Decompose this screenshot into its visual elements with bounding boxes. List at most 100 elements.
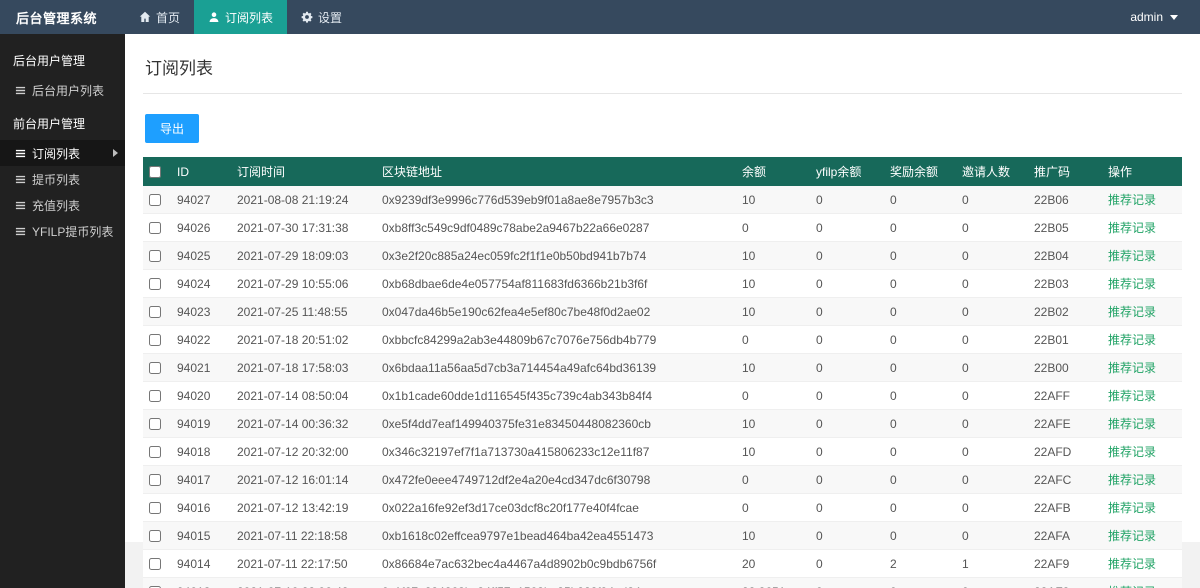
row-checkbox[interactable] [149,334,161,346]
cell-balance: 10 [736,354,810,382]
sidebar-item-recharge-list[interactable]: 充值列表 [0,192,125,218]
header-invite-count: 邀请人数 [956,157,1028,186]
referral-records-link[interactable]: 推荐记录 [1108,529,1156,543]
row-checkbox[interactable] [149,390,161,402]
user-menu[interactable]: admin [1130,0,1200,34]
referral-records-link[interactable]: 推荐记录 [1108,221,1156,235]
cell-id: 94024 [171,270,231,298]
referral-records-link[interactable]: 推荐记录 [1108,333,1156,347]
cell-id: 94016 [171,494,231,522]
export-button[interactable]: 导出 [145,114,199,143]
row-checkbox[interactable] [149,306,161,318]
nav-item-home[interactable]: 首页 [125,0,194,34]
header-balance: 余额 [736,157,810,186]
row-checkbox[interactable] [149,558,161,570]
subscription-table: ID 订阅时间 区块链地址 余额 yfilp余额 奖励余额 邀请人数 推广码 操… [143,157,1182,588]
cell-reward-balance: 0 [884,354,956,382]
table-row: 94023 2021-07-25 11:48:55 0x047da46b5e19… [143,298,1182,326]
cell-balance: 10 [736,438,810,466]
user-icon [208,11,220,23]
cell-balance: 10 [736,298,810,326]
referral-records-link[interactable]: 推荐记录 [1108,389,1156,403]
row-checkbox[interactable] [149,446,161,458]
referral-records-link[interactable]: 推荐记录 [1108,305,1156,319]
cell-yfilp-balance: 0 [810,354,884,382]
cell-balance: 82.2651 [736,578,810,588]
cell-id: 94023 [171,298,231,326]
cell-subscribe-time: 2021-07-14 00:36:32 [231,410,376,438]
referral-records-link[interactable]: 推荐记录 [1108,501,1156,515]
top-navbar: 后台管理系统 首页 订阅列表 设置 admin [0,0,1200,34]
referral-records-link[interactable]: 推荐记录 [1108,445,1156,459]
sidebar-section-backend-users[interactable]: 后台用户管理 [0,40,125,77]
cell-id: 94026 [171,214,231,242]
cell-reward-balance: 0 [884,438,956,466]
sidebar-item-backend-user-list[interactable]: 后台用户列表 [0,77,125,103]
gear-icon [301,11,313,23]
header-blockchain-address: 区块链地址 [376,157,736,186]
cell-invite-count: 0 [956,494,1028,522]
sidebar-item-label: 后台用户列表 [32,82,104,99]
select-all-checkbox[interactable] [149,166,161,178]
referral-records-link[interactable]: 推荐记录 [1108,193,1156,207]
cell-invite-count: 0 [956,438,1028,466]
sidebar-item-withdraw-list[interactable]: 提币列表 [0,166,125,192]
table-row: 94015 2021-07-11 22:18:58 0xb1618c02effc… [143,522,1182,550]
cell-id: 94017 [171,466,231,494]
cell-yfilp-balance: 0 [810,410,884,438]
table-row: 94026 2021-07-30 17:31:38 0xb8ff3c549c9d… [143,214,1182,242]
referral-records-link[interactable]: 推荐记录 [1108,557,1156,571]
list-icon [15,174,26,185]
row-checkbox[interactable] [149,474,161,486]
cell-blockchain-address: 0xb1618c02effcea9797e1bead464ba42ea45514… [376,522,736,550]
header-reward-balance: 奖励余额 [884,157,956,186]
sidebar-item-subscription-list[interactable]: 订阅列表 [0,140,125,166]
cell-blockchain-address: 0xb8ff3c549c9df0489c78abe2a9467b22a66e02… [376,214,736,242]
cell-id: 94022 [171,326,231,354]
referral-records-link[interactable]: 推荐记录 [1108,417,1156,431]
table-row: 94018 2021-07-12 20:32:00 0x346c32197ef7… [143,438,1182,466]
referral-records-link[interactable]: 推荐记录 [1108,277,1156,291]
cell-id: 94021 [171,354,231,382]
cell-promo-code: 22AFA [1028,522,1102,550]
cell-promo-code: 22AFD [1028,438,1102,466]
sidebar-item-label: 订阅列表 [32,145,80,162]
cell-reward-balance: 0 [884,270,956,298]
nav-item-label: 首页 [156,9,180,26]
cell-subscribe-time: 2021-07-12 20:32:00 [231,438,376,466]
cell-invite-count: 0 [956,242,1028,270]
cell-blockchain-address: 0x047da46b5e190c62fea4e5ef80c7be48f0d2ae… [376,298,736,326]
nav-item-subscriptions[interactable]: 订阅列表 [194,0,287,34]
row-checkbox[interactable] [149,418,161,430]
cell-invite-count: 0 [956,578,1028,588]
cell-invite-count: 0 [956,298,1028,326]
row-checkbox[interactable] [149,194,161,206]
cell-reward-balance: 0 [884,242,956,270]
cell-subscribe-time: 2021-07-12 16:01:14 [231,466,376,494]
page-title: 订阅列表 [143,48,1182,94]
sidebar-section-frontend-users[interactable]: 前台用户管理 [0,103,125,140]
cell-blockchain-address: 0xbbcfc84299a2ab3e44809b67c7076e756db4b7… [376,326,736,354]
sidebar-item-yfilp-withdraw-list[interactable]: YFILP提币列表 [0,218,125,244]
referral-records-link[interactable]: 推荐记录 [1108,473,1156,487]
cell-balance: 20 [736,550,810,578]
cell-blockchain-address: 0xe5f4dd7eaf149940375fe31e83450448082360… [376,410,736,438]
nav-item-settings[interactable]: 设置 [287,0,356,34]
cell-id: 94013 [171,578,231,588]
referral-records-link[interactable]: 推荐记录 [1108,361,1156,375]
cell-promo-code: 22B04 [1028,242,1102,270]
row-checkbox[interactable] [149,250,161,262]
nav-item-label: 设置 [318,9,342,26]
row-checkbox[interactable] [149,278,161,290]
row-checkbox[interactable] [149,502,161,514]
table-row: 94022 2021-07-18 20:51:02 0xbbcfc84299a2… [143,326,1182,354]
cell-subscribe-time: 2021-08-08 21:19:24 [231,186,376,214]
cell-id: 94020 [171,382,231,410]
cell-yfilp-balance: 0 [810,550,884,578]
referral-records-link[interactable]: 推荐记录 [1108,249,1156,263]
row-checkbox[interactable] [149,222,161,234]
table-row: 94013 2021-07-10 22:06:42 0x1f67a284263b… [143,578,1182,588]
row-checkbox[interactable] [149,362,161,374]
row-checkbox[interactable] [149,530,161,542]
cell-invite-count: 0 [956,522,1028,550]
